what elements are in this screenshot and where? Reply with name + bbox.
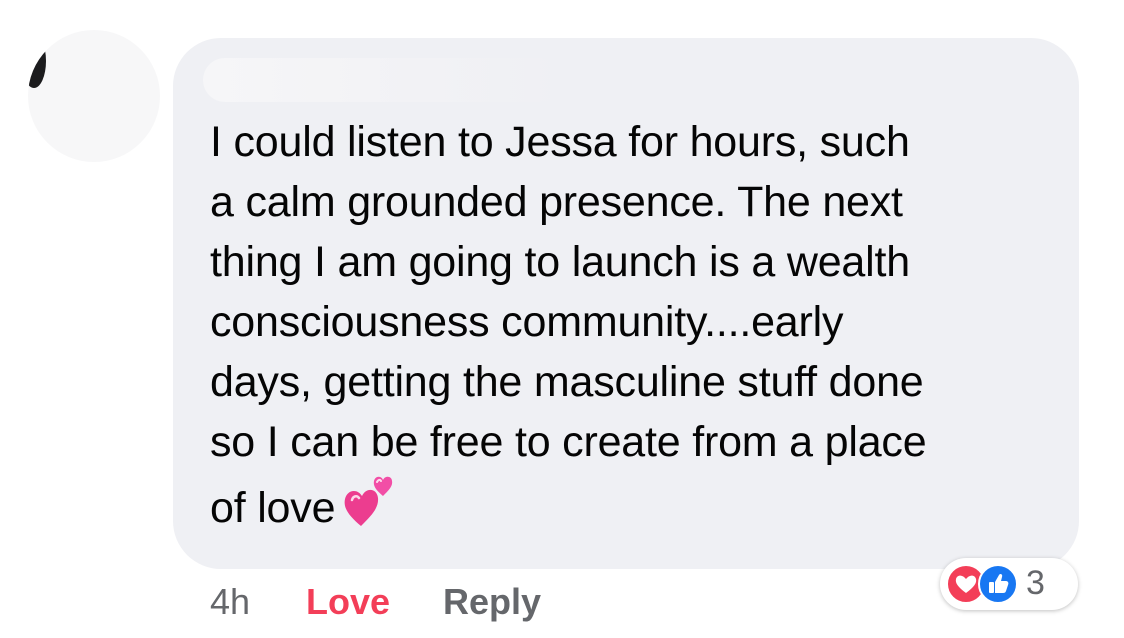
- reply-button[interactable]: Reply: [443, 581, 541, 623]
- comment-body: I could listen to Jessa for hours, such …: [210, 118, 927, 532]
- comment-bubble: I could listen to Jessa for hours, such …: [173, 38, 1079, 569]
- two-hearts-emoji-icon: [343, 472, 397, 544]
- avatar-edge: [28, 34, 46, 88]
- comment-text: I could listen to Jessa for hours, such …: [210, 112, 1070, 544]
- avatar[interactable]: [28, 30, 160, 162]
- love-button[interactable]: Love: [306, 581, 390, 623]
- like-reaction-icon: [978, 564, 1018, 604]
- author-name-redacted[interactable]: [203, 58, 563, 102]
- reaction-count: 3: [1026, 564, 1045, 602]
- comment-timestamp[interactable]: 4h: [210, 581, 250, 623]
- reactions-summary[interactable]: 3: [940, 558, 1078, 610]
- comment-screen: I could listen to Jessa for hours, such …: [0, 0, 1124, 638]
